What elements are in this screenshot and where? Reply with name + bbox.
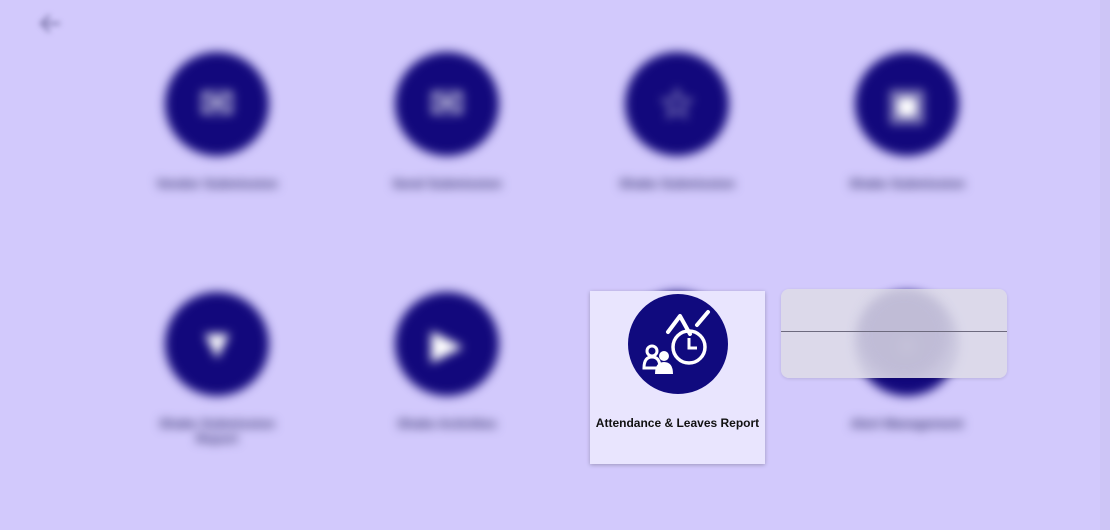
tile-shake-submission-report[interactable]: ▼ Shake Submission Report bbox=[137, 292, 297, 446]
context-popup[interactable] bbox=[781, 289, 1007, 378]
tile-shake-activities[interactable]: ▶ Shake Activities bbox=[367, 292, 527, 431]
popup-item-2[interactable] bbox=[781, 332, 1007, 378]
tile-send-submission[interactable]: ✉ Send Submission bbox=[367, 52, 527, 191]
tile-label: Shake Submission bbox=[619, 176, 735, 191]
tile-label: Vendor Submission bbox=[156, 176, 278, 191]
card-label: Attendance & Leaves Report bbox=[595, 416, 760, 430]
mail-icon: ✉ bbox=[395, 52, 499, 156]
attendance-leaves-report-card[interactable]: Attendance & Leaves Report bbox=[590, 291, 765, 464]
inbox-icon: ✉ bbox=[165, 52, 269, 156]
popup-item-1[interactable] bbox=[781, 289, 1007, 331]
inbox-tray-icon: ▼ bbox=[165, 292, 269, 396]
attendance-report-icon bbox=[627, 294, 728, 394]
tile-vendor-submission[interactable]: ✉ Vendor Submission bbox=[137, 52, 297, 191]
tile-label: Shake Submission bbox=[849, 176, 965, 191]
dashboard-grid: ✉ Vendor Submission ✉ Send Submission ☆ … bbox=[0, 0, 1100, 530]
tile-label: Alert Management bbox=[850, 416, 964, 431]
tile-label: Shake Submission Report bbox=[159, 416, 275, 446]
tile-shake-submission[interactable]: ☆ Shake Submission bbox=[597, 52, 757, 191]
basket-icon: ▣ bbox=[855, 52, 959, 156]
tile-label: Shake Activities bbox=[397, 416, 497, 431]
tile-shake-submission-2[interactable]: ▣ Shake Submission bbox=[827, 52, 987, 191]
scrollbar[interactable] bbox=[1100, 0, 1110, 530]
tile-label: Send Submission bbox=[392, 176, 502, 191]
handshake-icon: ☆ bbox=[625, 52, 729, 156]
truck-icon: ▶ bbox=[395, 292, 499, 396]
attendance-report-glyph bbox=[641, 310, 710, 374]
